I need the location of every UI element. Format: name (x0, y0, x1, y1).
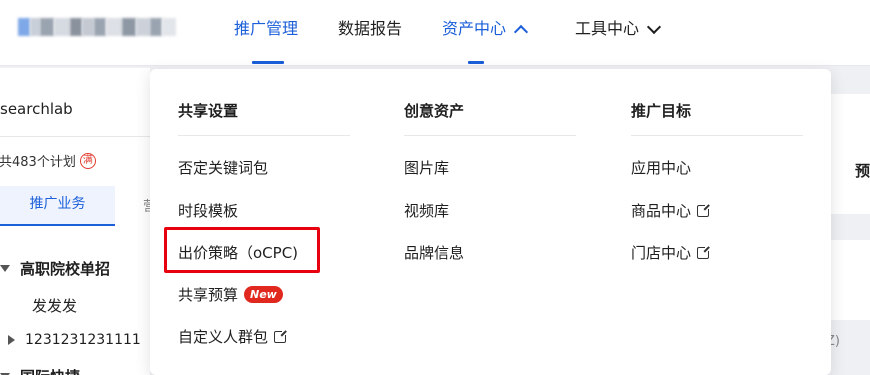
menu-item-label: 门店中心 (631, 244, 692, 262)
tree-node-label: 高职院校单招 (20, 260, 111, 278)
menu-item-time-template[interactable]: 时段模板 (178, 200, 238, 221)
column-heading-promotion-targets: 推广目标 (631, 102, 692, 120)
full-badge: 满 (79, 152, 96, 169)
menu-item-negative-keywords[interactable]: 否定关键词包 (178, 157, 268, 178)
asset-center-dropdown: 共享设置 否定关键词包 时段模板 出价策略（oCPC) 共享预算 New 自定义… (150, 69, 831, 375)
chevron-up-icon (513, 24, 529, 39)
menu-item-app-center[interactable]: 应用中心 (631, 157, 691, 178)
caret-right-icon[interactable] (8, 335, 15, 345)
menu-item-label: 应用中心 (631, 159, 692, 177)
menu-item-shared-budget[interactable]: 共享预算 New (178, 284, 283, 305)
tree-node-vocational-admission[interactable]: 高职院校单招 (0, 258, 110, 279)
nav-asset-center[interactable]: 资产中心 (442, 18, 529, 40)
menu-item-custom-audience[interactable]: 自定义人群包 (178, 326, 289, 347)
plan-count-text: 共483个计划 (0, 155, 76, 170)
nav-label: 推广管理 (234, 19, 299, 38)
tree-node-fafafa[interactable]: 发发发 (32, 295, 77, 316)
right-column-header: 预 (855, 162, 870, 180)
chevron-down-icon (646, 19, 662, 35)
tree-node-label: 发发发 (32, 297, 78, 315)
tab-promotion-business[interactable]: 推广业务 (0, 186, 115, 226)
tree-node-international[interactable]: 国际快捷 (0, 366, 80, 375)
external-link-icon (697, 202, 712, 217)
divider (0, 136, 150, 137)
menu-item-label: 自定义人群包 (178, 328, 269, 346)
column-heading-shared-settings: 共享设置 (178, 102, 239, 120)
menu-item-label: 图片库 (404, 159, 450, 177)
menu-item-store-center[interactable]: 门店中心 (631, 242, 712, 263)
nav-tool-center[interactable]: 工具中心 (575, 18, 662, 40)
menu-item-label: 商品中心 (631, 202, 692, 220)
menu-item-label: 共享预算 (178, 286, 239, 304)
menu-item-label: 否定关键词包 (178, 159, 269, 177)
menu-item-label: 时段模板 (178, 202, 239, 220)
nav-data-report[interactable]: 数据报告 (338, 18, 402, 40)
left-tabs: 推广业务 营 (0, 186, 150, 226)
menu-item-product-center[interactable]: 商品中心 (631, 200, 712, 221)
brand-logo[interactable] (18, 18, 176, 36)
nav-active-indicator (252, 61, 284, 64)
external-link-icon (274, 328, 289, 343)
left-panel: searchlab 共483个计划 满 推广业务 营 高职院校单招 发发发 12… (0, 68, 150, 375)
menu-item-label: 出价策略（oCPC) (178, 244, 299, 262)
menu-item-image-library[interactable]: 图片库 (404, 157, 449, 178)
column-divider (178, 135, 350, 136)
caret-down-icon[interactable] (0, 265, 10, 272)
tab-other[interactable]: 营 (143, 196, 150, 212)
tree-node-number[interactable]: 1231231231111 (8, 332, 141, 348)
new-badge: New (244, 286, 283, 303)
tree-node-label: 国际快捷 (20, 366, 80, 375)
column-divider (631, 135, 803, 136)
plan-count: 共483个计划 满 (0, 151, 96, 170)
nav-label: 资产中心 (442, 19, 507, 38)
menu-item-label: 品牌信息 (404, 244, 465, 262)
menu-item-video-library[interactable]: 视频库 (404, 200, 449, 221)
nav-label: 数据报告 (338, 19, 403, 38)
account-name: searchlab (0, 100, 73, 118)
tree-node-label: 1231231231111 (25, 332, 141, 348)
menu-item-label: 视频库 (404, 202, 450, 220)
external-link-icon (697, 244, 712, 259)
column-heading-creative-assets: 创意资产 (404, 102, 465, 120)
nav-active-indicator (468, 61, 484, 64)
column-divider (404, 135, 576, 136)
menu-item-brand-info[interactable]: 品牌信息 (404, 242, 464, 263)
nav-promotion-management[interactable]: 推广管理 (234, 18, 298, 40)
top-navigation-bar: 推广管理 数据报告 资产中心 工具中心 (0, 0, 870, 66)
menu-item-bid-strategy[interactable]: 出价策略（oCPC) (178, 242, 298, 263)
nav-label: 工具中心 (575, 19, 640, 38)
